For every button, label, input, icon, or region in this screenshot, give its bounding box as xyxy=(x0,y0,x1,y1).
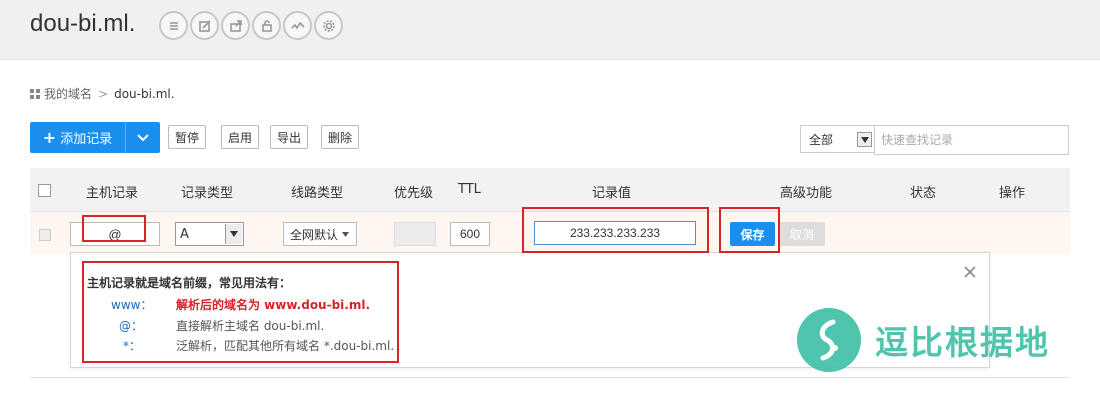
highlight-value xyxy=(522,207,709,253)
add-record-label: 添加记录 xyxy=(60,132,113,147)
highlight-help xyxy=(82,261,399,363)
highlight-save xyxy=(719,207,780,253)
row-checkbox[interactable] xyxy=(39,229,51,241)
line-type-value: 全网默认 xyxy=(290,227,339,242)
header-priority: 优先级 xyxy=(394,186,434,201)
close-icon[interactable] xyxy=(963,265,977,279)
chevron-down-icon xyxy=(137,133,149,141)
add-record-main[interactable]: + 添加记录 xyxy=(30,122,126,153)
grid-icon xyxy=(30,88,40,99)
breadcrumb-my-domains[interactable]: 我的域名 xyxy=(44,85,92,102)
top-bar: dou-bi.ml. xyxy=(0,0,1100,60)
pause-button[interactable]: 暂停 xyxy=(168,125,207,149)
header-host: 主机记录 xyxy=(86,186,139,201)
caret-down-icon xyxy=(342,231,350,237)
header-value: 记录值 xyxy=(592,186,632,201)
header-type: 记录类型 xyxy=(181,186,234,201)
watermark-text: 逗比根据地 xyxy=(875,323,1050,362)
enable-button[interactable]: 启用 xyxy=(221,125,260,149)
chevron-right-icon: > xyxy=(98,86,109,101)
divider xyxy=(30,377,1070,378)
priority-input xyxy=(394,222,436,246)
domain-actions xyxy=(159,11,343,40)
breadcrumb: 我的域名 > dou-bi.ml. xyxy=(30,85,175,102)
header-ttl: TTL xyxy=(458,182,481,197)
record-search-input[interactable] xyxy=(874,125,1069,155)
add-record-button[interactable]: + 添加记录 xyxy=(30,122,160,153)
chart-icon[interactable] xyxy=(283,11,312,40)
delete-button[interactable]: 删除 xyxy=(321,125,360,149)
chevron-down-icon xyxy=(857,132,872,147)
record-type-value: A xyxy=(180,226,189,242)
plus-icon: + xyxy=(42,128,57,147)
line-type-select[interactable]: 全网默认 xyxy=(283,222,357,246)
export-button[interactable]: 导出 xyxy=(270,125,309,149)
table-header: 主机记录 记录类型 线路类型 优先级 TTL 记录值 高级功能 状态 操作 xyxy=(30,168,1070,212)
watermark: 逗比根据地 xyxy=(797,308,1050,372)
header-advanced: 高级功能 xyxy=(780,186,833,201)
select-all-checkbox[interactable] xyxy=(38,184,51,197)
gear-icon[interactable] xyxy=(314,11,343,40)
chevron-down-icon xyxy=(225,224,242,244)
breadcrumb-current: dou-bi.ml. xyxy=(114,86,175,101)
header-actions: 操作 xyxy=(999,186,1026,201)
domain-title: dou-bi.ml. xyxy=(30,10,136,37)
add-record-dropdown[interactable] xyxy=(126,122,160,153)
header-line: 线路类型 xyxy=(291,186,344,201)
list-icon[interactable] xyxy=(159,11,188,40)
record-filter-value: 全部 xyxy=(809,132,834,147)
record-filter-select[interactable]: 全部 xyxy=(800,125,874,153)
edit-icon[interactable] xyxy=(190,11,219,40)
header-status: 状态 xyxy=(910,186,937,201)
share-icon[interactable] xyxy=(221,11,250,40)
ttl-input[interactable] xyxy=(450,222,490,246)
highlight-host xyxy=(82,215,146,242)
record-type-select[interactable]: A xyxy=(175,222,244,246)
cancel-button[interactable]: 取消 xyxy=(779,222,825,246)
lock-icon[interactable] xyxy=(252,11,281,40)
watermark-logo-icon xyxy=(797,308,861,372)
